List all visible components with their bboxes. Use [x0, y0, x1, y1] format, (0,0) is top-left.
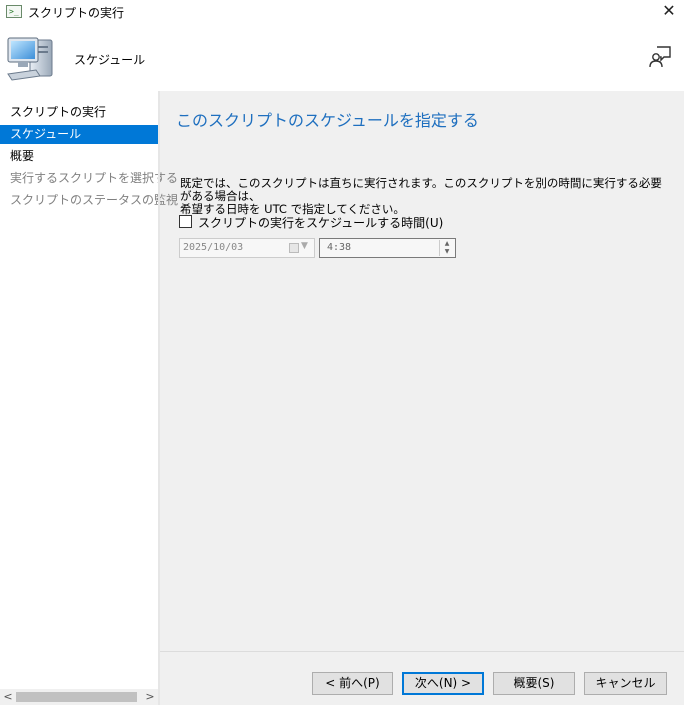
spin-up-icon[interactable]: ▲	[440, 240, 454, 248]
nav-item-monitor-status: スクリプトのステータスの監視	[10, 193, 179, 207]
scroll-right-icon[interactable]: >	[142, 689, 158, 705]
app-icon: >_	[6, 5, 22, 18]
date-picker: 2025/10/03 ▼	[179, 238, 315, 258]
scroll-left-icon[interactable]: <	[0, 689, 16, 705]
nav-item-run-script[interactable]: スクリプトの実行	[0, 103, 158, 122]
close-icon[interactable]: ✕	[654, 0, 684, 24]
time-spinner[interactable]: ▲ ▼	[439, 240, 454, 256]
page-title: このスクリプトのスケジュールを指定する	[176, 111, 479, 130]
description-line-1: 既定では、このスクリプトは直ちに実行されます。このスクリプトを別の時間に実行する…	[180, 176, 662, 203]
calendar-icon	[289, 243, 299, 253]
help-icon[interactable]	[648, 45, 672, 69]
time-value[interactable]: 4:38	[327, 242, 351, 253]
nav-item-summary[interactable]: 概要	[0, 147, 158, 166]
nav-item-schedule[interactable]: スケジュール	[0, 125, 158, 144]
main-content: このスクリプトのスケジュールを指定する 既定では、このスクリプトは直ちに実行され…	[160, 91, 684, 651]
spin-down-icon[interactable]: ▼	[440, 248, 454, 256]
prev-button[interactable]: < 前へ(P)	[312, 672, 393, 695]
footer-separator	[160, 651, 684, 652]
summary-button[interactable]: 概要(S)	[493, 672, 575, 695]
sidebar-horizontal-scrollbar[interactable]: < >	[0, 689, 158, 705]
wizard-header: スケジュール	[0, 24, 684, 91]
schedule-checkbox-label[interactable]: スクリプトの実行をスケジュールする時間(U)	[198, 214, 443, 231]
date-value: 2025/10/03	[183, 242, 244, 253]
chevron-down-icon: ▼	[301, 241, 308, 251]
nav-item-select-script: 実行するスクリプトを選択する	[10, 171, 179, 185]
cancel-button[interactable]: キャンセル	[584, 672, 667, 695]
description: 既定では、このスクリプトは直ちに実行されます。このスクリプトを別の時間に実行する…	[180, 177, 670, 216]
next-button[interactable]: 次へ(N) >	[402, 672, 484, 695]
wizard-nav: スクリプトの実行 スケジュール 概要 実行するスクリプトを選択する スクリプトの…	[0, 91, 179, 689]
time-picker[interactable]: 4:38 ▲ ▼	[319, 238, 456, 258]
schedule-checkbox[interactable]	[179, 215, 192, 228]
header-title: スケジュール	[74, 53, 146, 67]
computer-icon	[7, 37, 53, 81]
window-title: スクリプトの実行	[28, 6, 125, 20]
scrollbar-thumb[interactable]	[16, 692, 137, 702]
title-bar: >_ スクリプトの実行 ✕	[0, 0, 684, 24]
